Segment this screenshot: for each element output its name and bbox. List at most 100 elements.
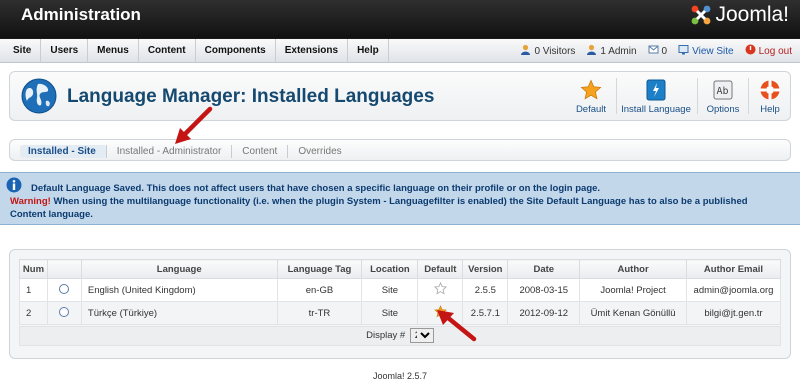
menu-users[interactable]: Users xyxy=(41,39,89,63)
system-message: Default Language Saved. This does not af… xyxy=(0,172,800,225)
default-label: Default xyxy=(575,104,607,115)
logout-label: Log out xyxy=(758,45,792,57)
visitors-status[interactable]: 0 Visitors xyxy=(520,44,575,58)
status-area: 0 Visitors 1 Admin 0 View Site Log out xyxy=(509,39,792,63)
submenu-tabs: Installed - Site Installed - Administrat… xyxy=(20,144,352,158)
warning-message-text: When using the multilanguage functionali… xyxy=(10,196,748,220)
language-globe-icon xyxy=(21,78,57,114)
visitors-icon xyxy=(520,44,531,58)
options-button[interactable]: Ab Options xyxy=(704,78,742,118)
row-author: Joomla! Project xyxy=(579,278,687,302)
toolbar-separator xyxy=(616,78,617,114)
row-version: 2.5.7.1 xyxy=(462,301,509,325)
col-default[interactable]: Default xyxy=(417,259,464,279)
menu-extensions[interactable]: Extensions xyxy=(276,39,349,63)
info-message-text: Default Language Saved. This does not af… xyxy=(31,183,601,194)
list-footer: Display # 20 xyxy=(19,326,781,346)
col-num[interactable]: Num xyxy=(19,259,48,279)
help-label: Help xyxy=(760,104,780,115)
svg-text:Ab: Ab xyxy=(717,86,729,97)
menu-menus[interactable]: Menus xyxy=(88,39,139,63)
row-author-email: bilgi@jt.gen.tr xyxy=(685,301,782,325)
version-footer: Joomla! 2.5.7 xyxy=(372,371,428,381)
row-author: Ümit Kenan Gönüllü xyxy=(579,301,687,325)
install-language-button[interactable]: Install Language xyxy=(621,78,691,118)
star-empty-icon[interactable] xyxy=(433,281,448,295)
menu-site[interactable]: Site xyxy=(4,39,42,63)
submenu-tabs-box: Installed - Site Installed - Administrat… xyxy=(9,139,791,161)
admin-title: Administration xyxy=(21,5,141,24)
display-limit-select[interactable]: 20 xyxy=(409,327,434,343)
row-default-cell xyxy=(417,278,464,302)
view-site-icon xyxy=(678,44,689,58)
toolbar-separator xyxy=(748,78,749,114)
toolbar-box: Language Manager: Installed Languages De… xyxy=(9,71,791,121)
admin-header: Administration Joomla! xyxy=(0,0,800,38)
logout-icon xyxy=(745,44,756,58)
tab-content[interactable]: Content xyxy=(231,144,287,158)
star-filled-icon xyxy=(434,305,447,318)
toolbar-separator xyxy=(697,78,698,114)
col-location[interactable]: Location xyxy=(361,259,419,279)
row-date: 2008-03-15 xyxy=(507,278,581,302)
row-location: Site xyxy=(361,278,419,302)
install-language-label: Install Language xyxy=(621,104,691,115)
help-lifebuoy-icon xyxy=(758,78,782,102)
view-site-label: View Site xyxy=(692,45,734,57)
view-site-link[interactable]: View Site xyxy=(678,44,734,58)
visitors-count: 0 Visitors xyxy=(534,45,576,57)
row-author-email: admin@joomla.org xyxy=(685,278,782,302)
messages-icon xyxy=(648,44,659,58)
table-row: 2 Türkçe (Türkiye) tr-TR Site 2.5.7.1 20… xyxy=(19,301,782,325)
row-language: English (United Kingdom) xyxy=(80,278,278,302)
options-label: Options xyxy=(706,104,740,115)
menu-help[interactable]: Help xyxy=(348,39,389,63)
menu-items: Site Users Menus Content Components Exte… xyxy=(4,39,389,63)
star-icon xyxy=(579,78,603,102)
warning-label: Warning! xyxy=(10,196,51,207)
col-author-email[interactable]: Author Email xyxy=(685,259,782,279)
row-radio[interactable] xyxy=(59,306,70,317)
options-icon: Ab xyxy=(711,78,735,102)
tab-installed-administrator[interactable]: Installed - Administrator xyxy=(105,144,232,158)
info-icon xyxy=(6,177,22,193)
admin-user-icon xyxy=(586,44,597,58)
default-button[interactable]: Default xyxy=(572,78,610,118)
help-button[interactable]: Help xyxy=(753,78,787,118)
joomla-logo[interactable]: Joomla! xyxy=(690,3,789,27)
row-language: Türkçe (Türkiye) xyxy=(80,301,278,325)
row-date: 2012-09-12 xyxy=(507,301,581,325)
warning-message: Warning! When using the multilanguage fu… xyxy=(10,195,785,221)
col-language-tag[interactable]: Language Tag xyxy=(276,259,363,279)
row-radio[interactable] xyxy=(59,283,70,294)
joomla-brand-text: Joomla! xyxy=(715,3,789,26)
row-default-cell xyxy=(417,301,464,325)
col-language[interactable]: Language xyxy=(80,259,278,279)
col-select xyxy=(46,259,82,279)
admins-count: 1 Admin xyxy=(600,45,637,57)
languages-table: Num Language Language Tag Location Defau… xyxy=(19,259,782,325)
logout-link[interactable]: Log out xyxy=(745,44,792,58)
col-version[interactable]: Version xyxy=(462,259,509,279)
tab-overrides[interactable]: Overrides xyxy=(287,144,351,158)
messages-status[interactable]: 0 xyxy=(648,44,667,58)
main-menubar: Site Users Menus Content Components Exte… xyxy=(0,38,800,63)
row-language-tag: en-GB xyxy=(276,278,363,302)
menu-components[interactable]: Components xyxy=(196,39,276,63)
row-location: Site xyxy=(361,301,419,325)
admins-status[interactable]: 1 Admin xyxy=(586,44,637,58)
page-title: Language Manager: Installed Languages xyxy=(67,86,435,107)
row-num: 2 xyxy=(19,301,48,325)
menu-content[interactable]: Content xyxy=(139,39,196,63)
row-select-cell xyxy=(46,301,82,325)
col-author[interactable]: Author xyxy=(579,259,687,279)
row-language-tag: tr-TR xyxy=(276,301,363,325)
row-version: 2.5.5 xyxy=(462,278,509,302)
table-header-row: Num Language Language Tag Location Defau… xyxy=(19,259,782,279)
row-num: 1 xyxy=(19,278,48,302)
languages-table-box: Num Language Language Tag Location Defau… xyxy=(9,249,791,359)
tab-installed-site[interactable]: Installed - Site xyxy=(20,144,106,158)
row-select-cell xyxy=(46,278,82,302)
col-date[interactable]: Date xyxy=(507,259,581,279)
install-icon xyxy=(644,78,668,102)
